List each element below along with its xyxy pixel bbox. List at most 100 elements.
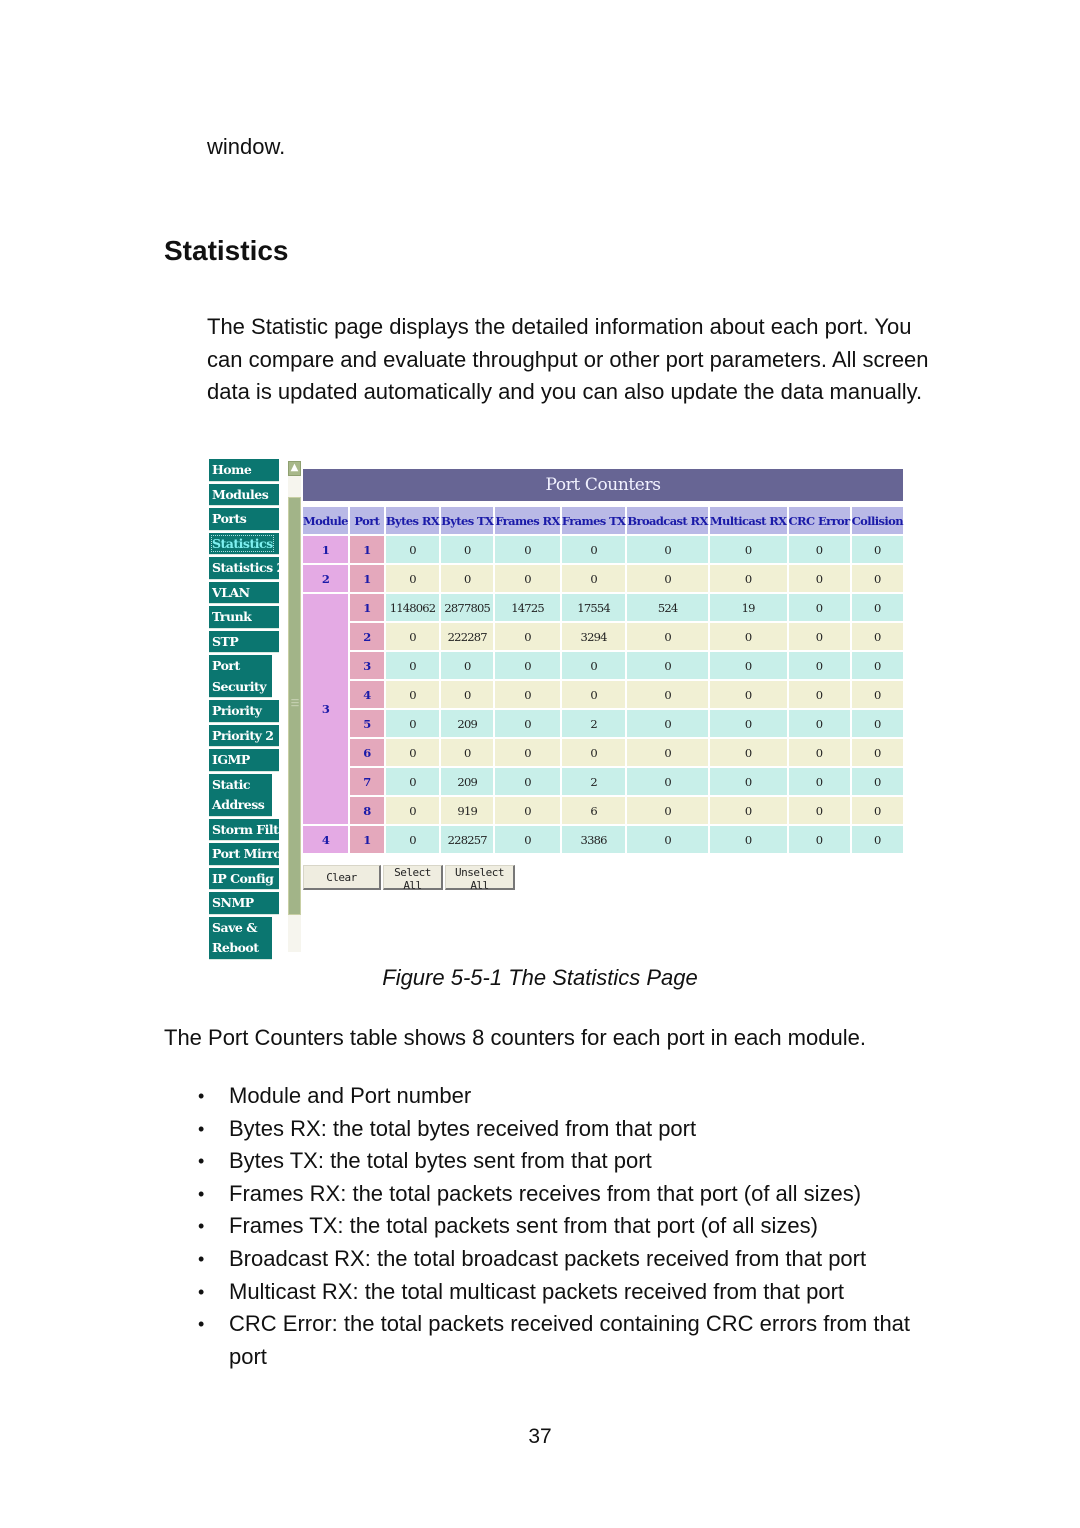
bullet-icon: •: [198, 1216, 205, 1237]
counter-cell-bytes-rx: 0: [385, 768, 440, 795]
counter-cell-frames-tx: 0: [561, 681, 626, 708]
counter-cell-crc-error: 0: [788, 623, 850, 650]
port-cell[interactable]: 7: [349, 768, 384, 795]
port-counters-panel: Port Counters Module Port Bytes RX Bytes TX…: [301, 469, 905, 892]
nav-item-modules[interactable]: Modules: [209, 483, 279, 506]
nav-item-save-reboot[interactable]: Save & Reboot: [209, 916, 272, 960]
intro-paragraph: The Statistic page displays the detailed…: [207, 314, 929, 404]
module-cell: 4: [303, 826, 348, 853]
scroll-up-arrow-icon[interactable]: ▲: [288, 461, 301, 476]
table-row: 600000000: [303, 739, 903, 766]
list-item-text: Broadcast RX: the total broadcast packet…: [229, 1245, 867, 1271]
list-item: • Bytes TX: the total bytes sent from tha…: [196, 1145, 936, 1178]
counter-cell-frames-tx: 3386: [561, 826, 626, 853]
nav-item-home[interactable]: Home: [209, 459, 279, 482]
scroll-thumb[interactable]: — — —: [288, 497, 301, 915]
column-header-module: Module: [303, 507, 348, 534]
table-row: 400000000: [303, 681, 903, 708]
table-row: 8 0 919 0 6 0 0 0 0: [303, 797, 903, 824]
counter-cell-bytes-rx: 0: [385, 565, 440, 592]
port-counters-table: Module Port Bytes RX Bytes TX Frames RX Frame…: [301, 505, 905, 855]
nav-item-port-mirror[interactable]: Port Mirror: [209, 843, 288, 866]
table-row: 3 1 1148062 2877805 14725 17554 524 19 0 0: [303, 594, 903, 824]
nav-item-priority-2[interactable]: Priority 2: [209, 724, 279, 747]
counter-cell-bytes-rx: 0: [385, 681, 440, 708]
nav-item-label: Modules: [212, 486, 269, 502]
column-header-bytes-tx: Bytes TX: [441, 507, 494, 534]
nav-item-statistics[interactable]: Statistics: [209, 532, 279, 555]
nav-item-stp[interactable]: STP: [209, 630, 279, 653]
module-cell: 3: [303, 594, 348, 824]
nav-item-label: Ports: [212, 511, 247, 526]
counter-cell-collision: 0: [851, 536, 903, 563]
clear-button[interactable]: Clear: [303, 865, 381, 890]
nav-item-snmp[interactable]: SNMP: [209, 892, 279, 915]
counter-cell-collision: 0: [851, 768, 903, 795]
nav-scrollbar[interactable]: ▲ — — —: [288, 461, 301, 952]
counter-cell-multicast-rx: 0: [709, 652, 787, 679]
counter-cell-frames-tx: 17554: [561, 594, 626, 621]
port-cell[interactable]: 3: [349, 652, 384, 679]
port-cell[interactable]: 8: [349, 797, 384, 824]
counter-cell-broadcast-rx: 0: [627, 826, 708, 853]
nav-item-label: STP: [212, 633, 239, 649]
column-header-frames-tx: Frames TX: [561, 507, 626, 534]
counter-cell-frames-tx: 3294: [561, 623, 626, 650]
counter-cell-bytes-rx: 0: [385, 826, 440, 853]
bullet-icon: •: [198, 1118, 205, 1139]
list-item-text: Frames TX: the total packets sent from t…: [229, 1213, 818, 1239]
nav-item-port-security[interactable]: Port Security: [209, 655, 272, 698]
nav-item-ports[interactable]: Ports: [209, 508, 279, 531]
table-row: 1100000000: [303, 536, 903, 563]
counter-cell-frames-rx: 0: [495, 681, 560, 708]
select-all-button[interactable]: Select All: [383, 865, 443, 892]
counter-cell-frames-rx: 0: [495, 739, 560, 766]
nav-item-storm-filter[interactable]: Storm Filter: [209, 818, 293, 841]
nav-item-trunk[interactable]: Trunk: [209, 606, 279, 629]
port-cell[interactable]: 5: [349, 710, 384, 737]
counter-cell-collision: 0: [851, 739, 903, 766]
nav-item-vlan[interactable]: VLAN: [209, 581, 279, 604]
nav-item-priority[interactable]: Priority: [209, 700, 279, 723]
counter-cell-bytes-rx: 0: [385, 623, 440, 650]
counter-cell-multicast-rx: 0: [709, 710, 787, 737]
grip-icon: — — —: [291, 695, 299, 710]
list-item: • CRC Error: the total packets received c…: [196, 1308, 936, 1373]
port-cell[interactable]: 2: [349, 623, 384, 650]
counter-cell-collision: 0: [851, 565, 903, 592]
panel-title: Port Counters: [303, 469, 903, 501]
counter-cell-bytes-tx: 0: [441, 652, 494, 679]
list-item: • Frames RX: the total packets receives f…: [196, 1178, 936, 1211]
counter-cell-frames-tx: 2: [561, 768, 626, 795]
counter-cell-frames-tx: 0: [561, 565, 626, 592]
port-cell[interactable]: 1: [349, 594, 384, 621]
port-cell[interactable]: 1: [349, 536, 384, 563]
counter-cell-multicast-rx: 0: [709, 536, 787, 563]
port-cell[interactable]: 6: [349, 739, 384, 766]
counter-cell-frames-rx: 0: [495, 797, 560, 824]
nav-item-statistics-2[interactable]: Statistics 2: [209, 557, 285, 580]
counter-cell-frames-tx: 0: [561, 739, 626, 766]
counter-cell-collision: 0: [851, 652, 903, 679]
counter-cell-crc-error: 0: [788, 681, 850, 708]
list-item-text: Bytes RX: the total bytes received from …: [229, 1115, 697, 1141]
nav-item-ip-config[interactable]: IP Config: [209, 867, 279, 890]
nav-item-label: SNMP: [212, 895, 254, 910]
list-item-text: Frames RX: the total packets receives fr…: [229, 1180, 862, 1206]
summary-paragraph: The Port Counters table shows 8 counters…: [164, 1025, 866, 1050]
port-cell[interactable]: 1: [349, 826, 384, 853]
counter-cell-bytes-tx: 2877805: [441, 594, 494, 621]
port-cell[interactable]: 4: [349, 681, 384, 708]
port-cell[interactable]: 1: [349, 565, 384, 592]
column-header-bytes-rx: Bytes RX: [385, 507, 440, 534]
counter-cell-bytes-tx: 0: [441, 565, 494, 592]
table-row: 2100000000: [303, 565, 903, 592]
counter-cell-bytes-tx: 0: [441, 739, 494, 766]
bullet-icon: •: [198, 1314, 205, 1335]
unselect-all-button[interactable]: Unselect All: [445, 865, 515, 892]
nav-item-static-address[interactable]: Static Address: [209, 773, 272, 817]
counter-cell-multicast-rx: 0: [709, 826, 787, 853]
nav-item-igmp[interactable]: IGMP: [209, 749, 279, 772]
table-header-row: Module Port Bytes RX Bytes TX Frames RX Frame…: [303, 507, 904, 534]
nav-item-label: Storm Filter: [212, 821, 293, 837]
